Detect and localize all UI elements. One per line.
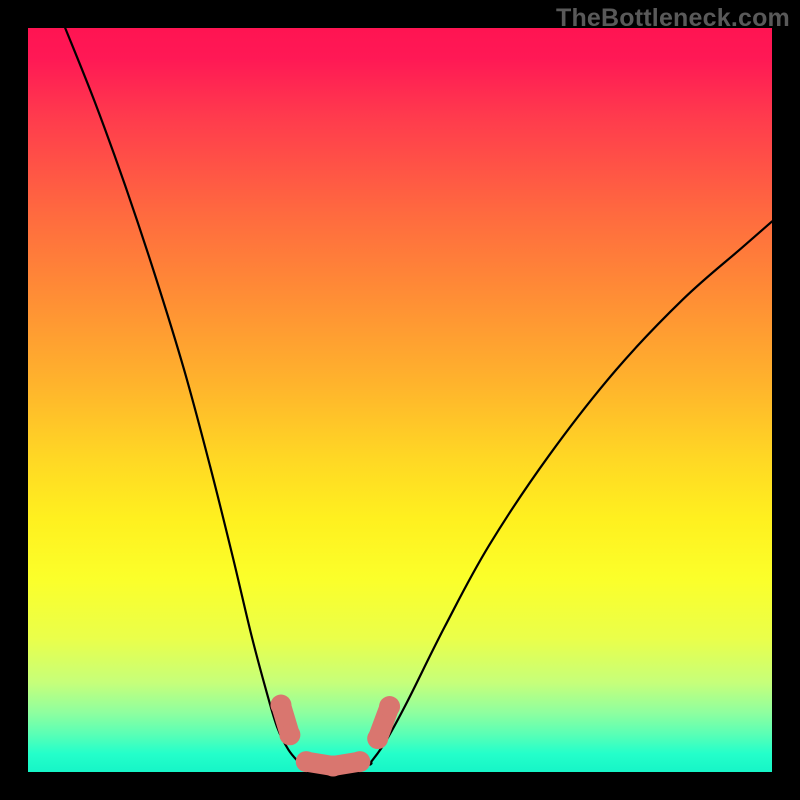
bottleneck-curve [65, 28, 772, 768]
marker-right_highlight_high [379, 696, 400, 717]
watermark-text: TheBottleneck.com [556, 4, 790, 33]
marker-valley_right [349, 751, 370, 772]
marker-valley_mid [323, 756, 344, 777]
marker-left_highlight_mid [279, 724, 300, 745]
marker-right_highlight_low [367, 728, 388, 749]
outer-frame: TheBottleneck.com [0, 0, 800, 800]
marker-valley_left [296, 751, 317, 772]
marker-highlight-group [270, 695, 400, 777]
chart-overlay-svg [28, 28, 772, 772]
marker-left_highlight_top [270, 695, 291, 716]
